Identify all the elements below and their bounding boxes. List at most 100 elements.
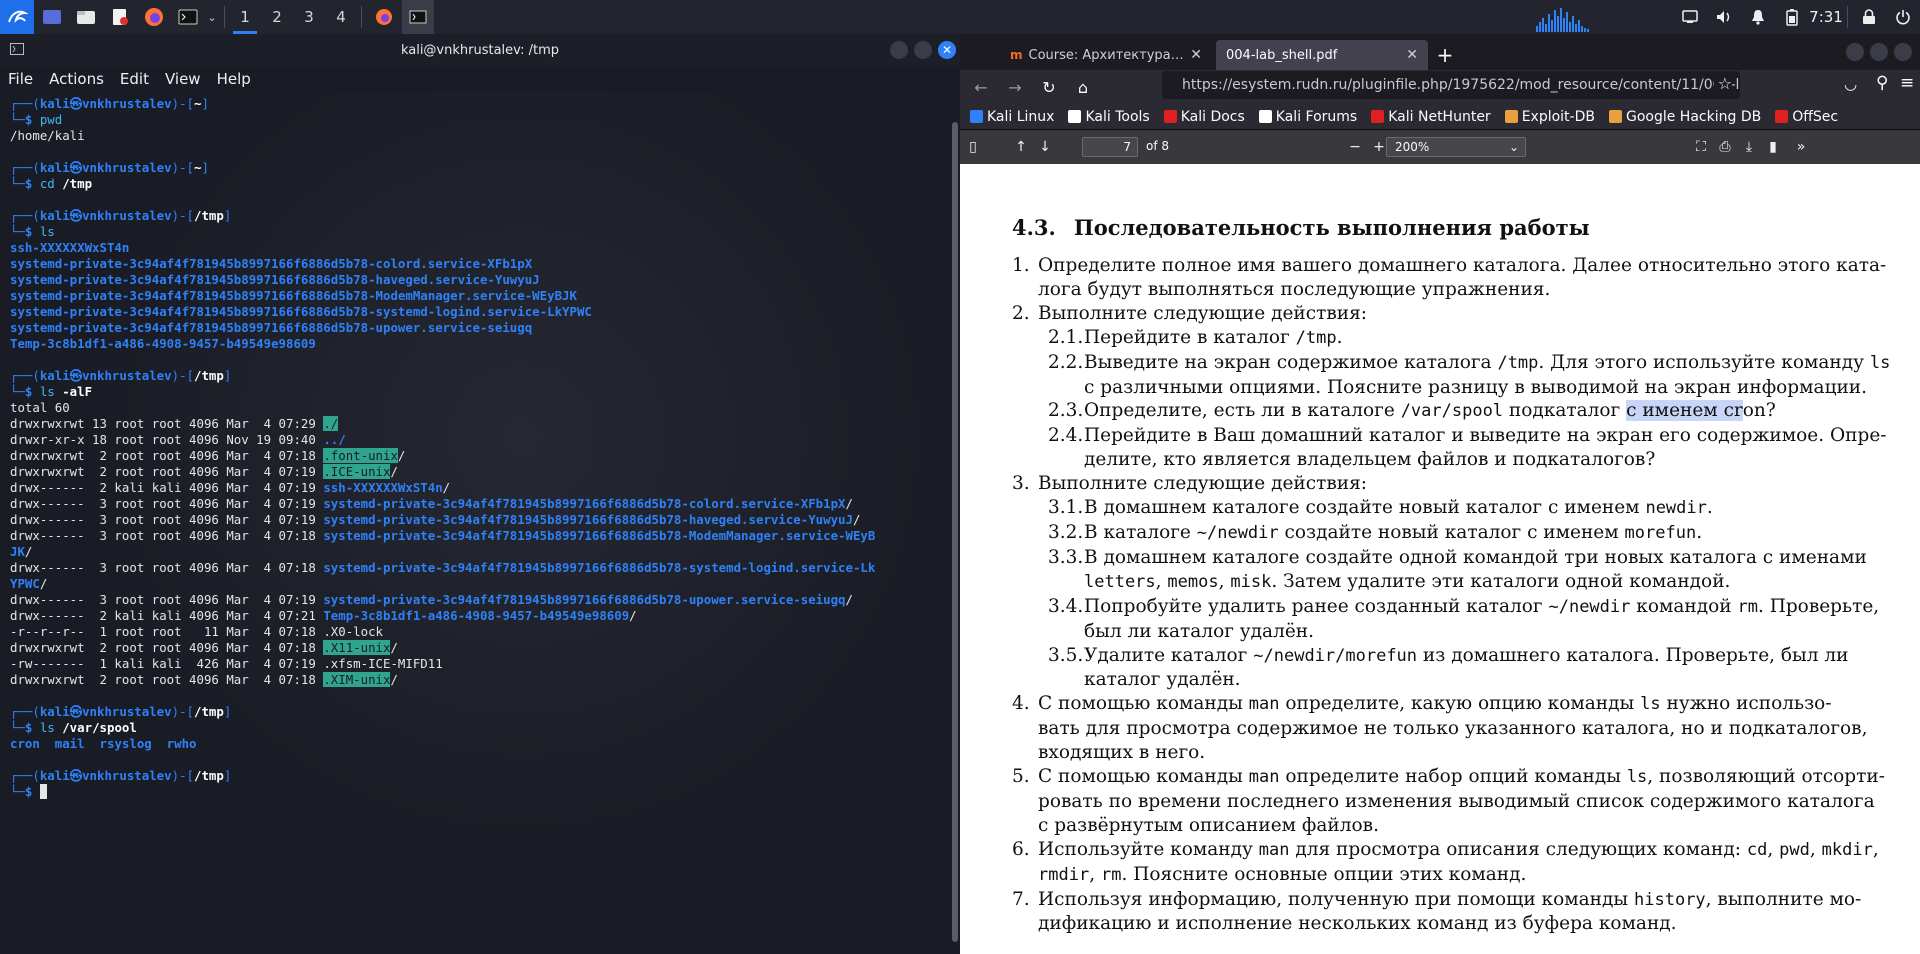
prompt-at: ㉿ xyxy=(69,160,83,175)
firefox-window-button[interactable] xyxy=(368,0,400,34)
forward-arrow-icon[interactable]: → xyxy=(1000,72,1030,102)
clock[interactable]: 7:31 xyxy=(1809,0,1843,34)
prompt-line: ┌──(kali㉿vnkhrustalev)-[~] xyxy=(10,160,940,176)
workspace-1[interactable]: 1 xyxy=(229,0,261,34)
power-icon[interactable] xyxy=(1886,0,1920,34)
list-item: 2. Выполните следующие действия: xyxy=(1012,302,1367,324)
bookmark-star-icon[interactable]: ☆ xyxy=(1713,74,1732,93)
terminal-launcher-icon[interactable] xyxy=(172,0,204,34)
zoom-select[interactable]: 200% ⌄ xyxy=(1386,137,1526,157)
bookmark-kali-forums[interactable]: Kali Forums xyxy=(1258,109,1357,125)
ls-row-meta: drwx------ 2 kali kali 4096 Mar 4 07:19 xyxy=(10,480,324,495)
sidebar-toggle-icon[interactable]: ▯ xyxy=(964,138,982,156)
home-icon[interactable]: ⌂ xyxy=(1068,72,1098,102)
firefox-launcher-icon[interactable] xyxy=(138,0,170,34)
prompt-user: kali xyxy=(39,96,70,111)
print-icon[interactable]: ⎙ xyxy=(1716,138,1734,156)
prompt-user: kali xyxy=(39,208,70,223)
command-name: ls xyxy=(39,720,55,735)
back-arrow-icon[interactable]: ← xyxy=(966,72,996,102)
extensions-icon[interactable]: ⚲ xyxy=(1876,73,1888,93)
terminal-titlebar[interactable]: kali@vnkhrustalev: /tmp ✕ xyxy=(0,34,960,66)
reload-icon[interactable]: ↻ xyxy=(1034,72,1064,102)
volume-icon[interactable] xyxy=(1707,0,1741,34)
close-tab-icon[interactable]: ✕ xyxy=(1190,47,1202,63)
battery-icon[interactable] xyxy=(1775,0,1809,34)
terminal-window-button[interactable] xyxy=(402,0,434,34)
minimize-button[interactable] xyxy=(890,41,908,59)
ls-entry: systemd-private-3c94af4f781945b8997166f6… xyxy=(10,304,940,320)
tools-menu-icon[interactable]: » xyxy=(1792,138,1810,156)
bookmark-exploit-db[interactable]: Exploit-DB xyxy=(1504,108,1595,125)
save-icon[interactable]: ⤓ xyxy=(1740,138,1758,156)
kali-menu-icon[interactable] xyxy=(0,0,34,34)
terminal-scrollbar[interactable] xyxy=(950,92,960,954)
previous-page-icon[interactable]: ↑ xyxy=(1012,138,1030,156)
lock-screen-icon[interactable] xyxy=(1852,0,1886,34)
ls-row-meta: drwx------ 3 root root 4096 Mar 4 07:19 xyxy=(10,512,324,527)
tab-pdf[interactable]: 004-lab_shell.pdf ✕ xyxy=(1216,40,1428,70)
close-tab-icon[interactable]: ✕ xyxy=(1406,47,1418,63)
terminal-text: ] xyxy=(201,160,209,175)
terminal-output[interactable]: ┌──(kali㉿vnkhrustalev)-[~] └─$ pwd/home/k… xyxy=(0,92,950,954)
workspace-3[interactable]: 3 xyxy=(293,0,325,34)
menu-help[interactable]: Help xyxy=(217,70,251,88)
file-manager-icon[interactable] xyxy=(70,0,102,34)
ls-row-meta: drwx------ 3 root root 4096 Mar 4 07:18 xyxy=(10,528,324,543)
close-button[interactable] xyxy=(1894,43,1912,61)
ls-row-meta: drwxrwxrwt 2 root root 4096 Mar 4 07:18 xyxy=(10,640,324,655)
maximize-button[interactable] xyxy=(914,41,932,59)
bookmark-kali-linux[interactable]: Kali Linux xyxy=(970,109,1054,125)
ls-row-meta: drwxr-xr-x 18 root root 4096 Nov 19 09:4… xyxy=(10,432,324,447)
presentation-mode-icon[interactable]: ⛶ xyxy=(1692,138,1710,156)
show-desktop-icon[interactable] xyxy=(36,0,68,34)
zoom-out-icon[interactable]: − xyxy=(1346,138,1364,156)
firefox-window: m Course: Архитектура компьютеров ✕ 004-… xyxy=(960,34,1920,954)
pocket-icon[interactable]: ◡ xyxy=(1844,75,1857,93)
terminal-cursor[interactable] xyxy=(39,784,48,799)
ls-row: drwx------ 2 kali kali 4096 Mar 4 07:19 … xyxy=(10,480,940,496)
ls-row-wrap: YPWC/ xyxy=(10,576,940,592)
close-button[interactable]: ✕ xyxy=(938,41,956,59)
bookmark-favicon-icon xyxy=(1371,110,1385,123)
maximize-button[interactable] xyxy=(1870,43,1888,61)
notifications-bell-icon[interactable] xyxy=(1741,0,1775,34)
new-tab-button[interactable]: + xyxy=(1432,40,1458,70)
launcher-dropdown-chevron-icon[interactable]: ⌄ xyxy=(204,0,220,34)
ls-row-name: ssh-XXXXXXWxST4n xyxy=(323,480,443,495)
menu-view[interactable]: View xyxy=(165,70,201,88)
bookmark-kali-tools[interactable]: Kali Tools xyxy=(1068,109,1150,125)
app-menu-icon[interactable]: ≡ xyxy=(1900,73,1914,93)
workspace-2[interactable]: 2 xyxy=(261,0,293,34)
terminal-text: └─ xyxy=(10,112,25,127)
menu-file[interactable]: File xyxy=(8,70,33,88)
page-number-input[interactable]: 7 xyxy=(1082,137,1138,157)
tab-course[interactable]: m Course: Архитектура компьютеров ✕ xyxy=(1000,40,1212,70)
ls-row-meta: drwx------ 3 root root 4096 Mar 4 07:19 xyxy=(10,496,324,511)
text-editor-icon[interactable] xyxy=(104,0,136,34)
workspace-4[interactable]: 4 xyxy=(325,0,357,34)
prompt-path: /tmp xyxy=(194,704,224,719)
ls-row-name: ../ xyxy=(323,432,346,447)
panel-separator xyxy=(361,6,362,28)
next-page-icon[interactable]: ↓ xyxy=(1036,138,1054,156)
bookmark-icon[interactable]: ▮ xyxy=(1764,138,1782,156)
pdf-page-view[interactable]: 4.3. Последовательность выполнения работы… xyxy=(960,200,1920,954)
bookmark-google-hacking-db[interactable]: Google Hacking DB xyxy=(1608,109,1761,125)
command-output: /home/kali xyxy=(10,128,85,143)
url-bar[interactable]: https://esystem.rudn.ru/pluginfile.php/1… xyxy=(1162,71,1740,99)
menu-actions[interactable]: Actions xyxy=(49,70,104,88)
minimize-button[interactable] xyxy=(1846,43,1864,61)
bookmark-kali-nethunter[interactable]: Kali NetHunter xyxy=(1371,109,1491,125)
command-line: └─$ pwd xyxy=(10,112,940,128)
scrollbar-thumb[interactable] xyxy=(952,122,958,942)
bookmark-offsec[interactable]: OffSec xyxy=(1775,109,1838,125)
menu-edit[interactable]: Edit xyxy=(120,70,149,88)
ls-row-name: .xfsm-ICE-MIFD11 xyxy=(323,656,443,671)
bookmark-kali-docs[interactable]: Kali Docs xyxy=(1163,109,1245,125)
bookmark-label: Exploit-DB xyxy=(1521,108,1595,125)
display-icon[interactable] xyxy=(1673,0,1707,34)
directory-entry: systemd-private-3c94af4f781945b8997166f6… xyxy=(10,304,592,319)
directory-entry: rsyslog xyxy=(99,736,152,751)
